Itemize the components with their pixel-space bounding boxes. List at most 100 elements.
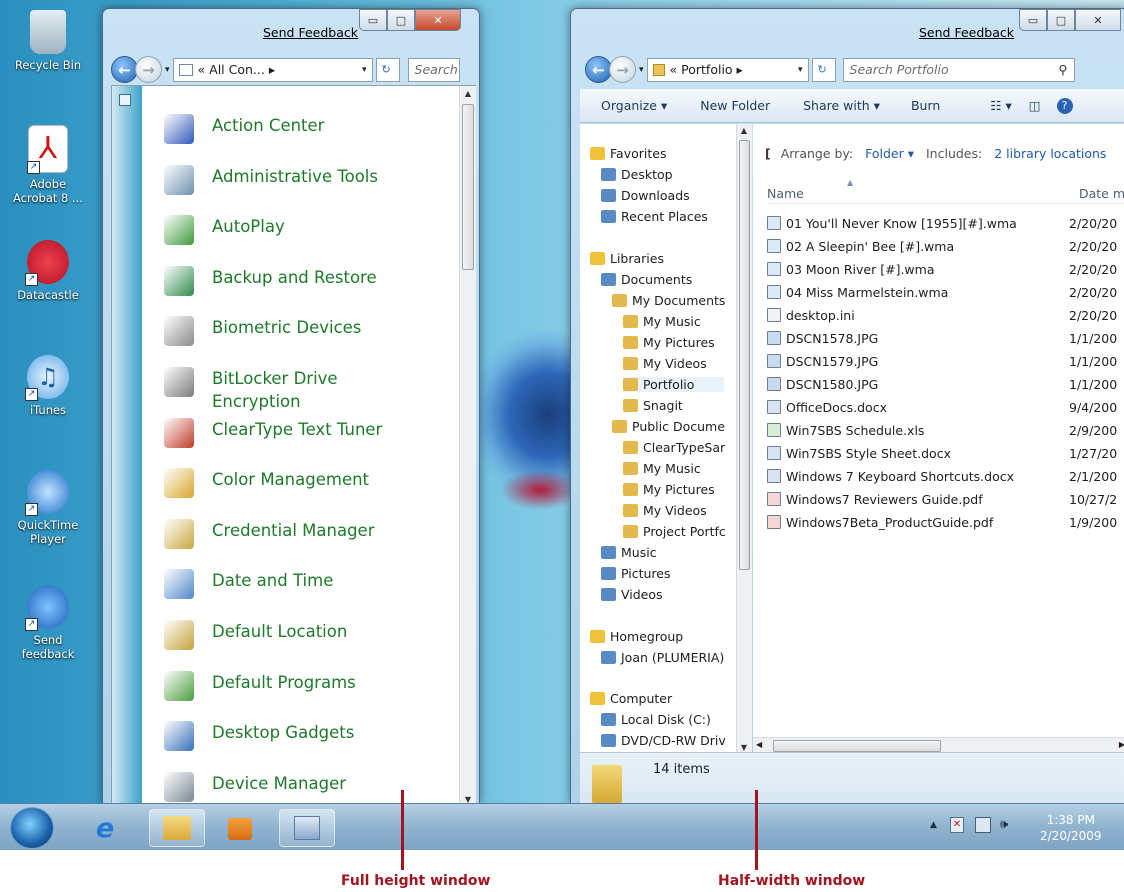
nav-item[interactable]: Desktop xyxy=(601,167,673,182)
nav-item[interactable]: Computer xyxy=(590,691,672,706)
nav-scrollbar[interactable]: ▲ ▼ xyxy=(736,124,752,754)
scroll-left-icon[interactable]: ◀ xyxy=(756,740,762,749)
scroll-thumb[interactable] xyxy=(773,740,941,752)
desktop-icon-quicktime[interactable]: ↗ QuickTime Player xyxy=(8,470,88,546)
scroll-up-icon[interactable]: ▲ xyxy=(737,126,751,135)
nav-item[interactable]: Recent Places xyxy=(601,209,708,224)
taskbar-control-panel[interactable] xyxy=(279,809,335,847)
maximize-button[interactable]: □ xyxy=(387,9,415,31)
search-input[interactable]: Search xyxy=(407,57,460,82)
minimize-button[interactable]: ▭ xyxy=(1019,9,1047,31)
scroll-up-icon[interactable]: ▲ xyxy=(461,89,475,98)
file-row[interactable]: Windows 7 Keyboard Shortcuts.docx 2/1/200 xyxy=(767,469,1124,484)
cp-item[interactable]: Administrative Tools xyxy=(164,164,378,195)
address-bar[interactable]: « All Con... ▸ ▾ xyxy=(172,57,373,82)
back-button[interactable]: ← xyxy=(111,56,138,83)
cp-item[interactable]: ClearType Text Tuner xyxy=(164,417,382,448)
nav-item[interactable]: My Documents xyxy=(612,293,725,308)
action-center-flag-icon[interactable]: ✕ xyxy=(950,817,964,833)
clock[interactable]: 1:38 PM 2/20/2009 xyxy=(1040,812,1102,844)
nav-item[interactable]: My Pictures xyxy=(623,335,715,350)
file-row[interactable]: desktop.ini 2/20/20 xyxy=(767,308,1124,323)
nav-item[interactable]: My Music xyxy=(623,314,701,329)
cp-item[interactable]: Backup and Restore xyxy=(164,265,377,296)
address-bar[interactable]: « Portfolio ▸ ▾ xyxy=(646,57,809,82)
file-row[interactable]: DSCN1578.JPG 1/1/200 xyxy=(767,331,1124,346)
desktop-icon-recycle-bin[interactable]: Recycle Bin xyxy=(8,10,88,72)
nav-item[interactable]: My Videos xyxy=(623,503,707,518)
back-button[interactable]: ← xyxy=(585,56,612,83)
taskbar-internet-explorer[interactable]: e xyxy=(77,809,133,847)
send-feedback-link[interactable]: Send Feedback xyxy=(263,25,358,40)
refresh-button[interactable]: ↻ xyxy=(375,57,400,82)
nav-item[interactable]: Public Docume xyxy=(612,419,725,434)
forward-button[interactable]: → xyxy=(135,56,162,83)
nav-item[interactable]: My Videos xyxy=(623,356,707,371)
desktop-icon-itunes[interactable]: ♫ ↗ iTunes xyxy=(8,355,88,417)
start-button[interactable] xyxy=(10,807,54,849)
network-icon[interactable] xyxy=(975,817,991,833)
file-row[interactable]: Win7SBS Schedule.xls 2/9/200 xyxy=(767,423,1124,438)
name-column-header[interactable]: Name xyxy=(767,186,804,201)
share-with-button[interactable]: Share with ▾ xyxy=(803,98,880,113)
nav-item[interactable]: Snagit xyxy=(623,398,683,413)
nav-item[interactable]: Videos xyxy=(601,587,663,602)
send-feedback-link[interactable]: Send Feedback xyxy=(919,25,1014,40)
nav-item[interactable]: Portfolio xyxy=(623,377,725,392)
cp-item[interactable]: Device Manager xyxy=(164,771,346,802)
cp-item[interactable]: Date and Time xyxy=(164,569,333,600)
taskbar-windows-explorer[interactable] xyxy=(149,809,205,847)
nav-item[interactable]: Libraries xyxy=(590,251,664,266)
desktop-icon-send-feedback[interactable]: ↗ Send feedback xyxy=(8,585,88,661)
cp-item[interactable]: Credential Manager xyxy=(164,518,375,549)
change-view-icon[interactable]: ☷ ▾ xyxy=(990,98,1011,113)
search-input[interactable]: Search Portfolio ⚲ xyxy=(842,57,1075,82)
nav-item[interactable]: My Pictures xyxy=(623,482,715,497)
close-button[interactable]: ✕ xyxy=(1075,9,1121,31)
file-row[interactable]: OfficeDocs.docx 9/4/200 xyxy=(767,400,1124,415)
file-row[interactable]: 01 You'll Never Know [1955][#].wma 2/20/2… xyxy=(767,216,1124,231)
cp-item[interactable]: AutoPlay xyxy=(164,215,285,246)
desktop-icon-datacastle[interactable]: ↗ Datacastle xyxy=(8,240,88,302)
refresh-button[interactable]: ↻ xyxy=(811,57,836,82)
nav-item[interactable]: Favorites xyxy=(590,146,666,161)
recent-pages-icon[interactable]: ▾ xyxy=(165,65,170,75)
help-icon[interactable]: ? xyxy=(1056,97,1073,114)
scroll-right-icon[interactable]: ▶ xyxy=(1119,740,1124,749)
nav-item[interactable]: Project Portfc xyxy=(623,524,726,539)
scroll-down-icon[interactable]: ▼ xyxy=(737,743,751,752)
nav-item[interactable]: DVD/CD-RW Driv xyxy=(601,733,726,748)
taskbar-media-player[interactable] xyxy=(212,809,268,847)
preview-pane-icon[interactable]: ◫ xyxy=(1029,98,1041,113)
show-hidden-icons-icon[interactable]: ▲ xyxy=(930,820,937,830)
file-row[interactable]: Windows7Beta_ProductGuide.pdf 1/9/200 xyxy=(767,515,1124,530)
nav-item[interactable]: Local Disk (C:) xyxy=(601,712,711,727)
file-row[interactable]: 03 Moon River [#].wma 2/20/20 xyxy=(767,262,1124,277)
nav-item[interactable]: Music xyxy=(601,545,657,560)
close-button[interactable]: ✕ xyxy=(415,9,461,31)
file-row[interactable]: DSCN1580.JPG 1/1/200 xyxy=(767,377,1124,392)
recent-pages-icon[interactable]: ▾ xyxy=(639,65,644,75)
cp-item[interactable]: Default Programs xyxy=(164,670,356,701)
date-column-header[interactable]: Date m xyxy=(1079,186,1124,201)
nav-item[interactable]: Homegroup xyxy=(590,629,683,644)
file-row[interactable]: 02 A Sleepin' Bee [#].wma 2/20/20 xyxy=(767,239,1124,254)
new-folder-button[interactable]: New Folder xyxy=(700,98,770,113)
forward-button[interactable]: → xyxy=(609,56,636,83)
cp-item[interactable]: Color Management xyxy=(164,468,369,499)
burn-button[interactable]: Burn xyxy=(911,98,940,113)
cp-item[interactable]: BitLocker Drive Encryption xyxy=(164,367,342,413)
file-row[interactable]: 04 Miss Marmelstein.wma 2/20/20 xyxy=(767,285,1124,300)
cp-item[interactable]: Desktop Gadgets xyxy=(164,721,354,752)
cp-item[interactable]: Default Location xyxy=(164,620,347,650)
organize-button[interactable]: Organize ▾ xyxy=(601,98,667,113)
volume-icon[interactable]: 🕪 xyxy=(1000,817,1008,832)
library-locations-link[interactable]: 2 library locations xyxy=(994,146,1106,161)
nav-item[interactable]: Downloads xyxy=(601,188,690,203)
nav-item[interactable]: ClearTypeSar xyxy=(623,440,725,455)
minimize-button[interactable]: ▭ xyxy=(359,9,387,31)
nav-item[interactable]: Documents xyxy=(601,272,692,287)
nav-item[interactable]: Pictures xyxy=(601,566,671,581)
arrange-by-dropdown[interactable]: Folder ▾ xyxy=(865,146,914,161)
desktop-icon-adobe-acrobat[interactable]: ⅄ ↗ Adobe Acrobat 8 ... xyxy=(8,125,88,205)
